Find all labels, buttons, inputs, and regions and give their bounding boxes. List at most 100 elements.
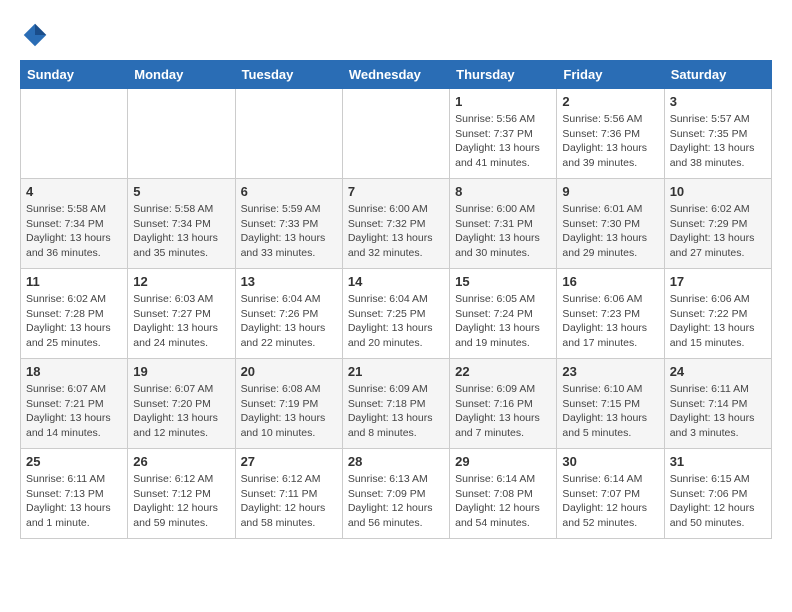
day-header-tuesday: Tuesday [235, 61, 342, 89]
day-header-wednesday: Wednesday [342, 61, 449, 89]
day-number: 3 [670, 94, 766, 109]
page-header [20, 20, 772, 50]
day-info: Sunrise: 6:15 AMSunset: 7:06 PMDaylight:… [670, 472, 766, 531]
calendar-cell: 8Sunrise: 6:00 AMSunset: 7:31 PMDaylight… [450, 179, 557, 269]
day-info: Sunrise: 6:07 AMSunset: 7:21 PMDaylight:… [26, 382, 122, 441]
calendar-cell: 12 Sunrise: 6:03 AMSunset: 7:27 PMDayligh… [128, 269, 235, 359]
day-number: 13 [241, 274, 337, 289]
calendar-cell: 15 Sunrise: 6:05 AMSunset: 7:24 PMDayligh… [450, 269, 557, 359]
day-info: Sunrise: 6:10 AMSunset: 7:15 PMDaylight:… [562, 382, 658, 441]
calendar-header-row: SundayMondayTuesdayWednesdayThursdayFrid… [21, 61, 772, 89]
calendar-cell: 2 Sunrise: 5:56 AMSunset: 7:36 PMDaylight… [557, 89, 664, 179]
calendar-cell: 4 Sunrise: 5:58 AMSunset: 7:34 PMDaylight… [21, 179, 128, 269]
day-info: Sunrise: 6:11 AMSunset: 7:13 PMDaylight:… [26, 472, 122, 531]
calendar-cell: 11 Sunrise: 6:02 AMSunset: 7:28 PMDayligh… [21, 269, 128, 359]
day-number: 12 [133, 274, 229, 289]
calendar-cell [128, 89, 235, 179]
day-info: Sunrise: 6:02 AMSunset: 7:29 PMDaylight:… [670, 202, 766, 261]
day-number: 24 [670, 364, 766, 379]
calendar-cell [21, 89, 128, 179]
calendar-week-row: 25 Sunrise: 6:11 AMSunset: 7:13 PMDayligh… [21, 449, 772, 539]
day-info: Sunrise: 6:11 AMSunset: 7:14 PMDaylight:… [670, 382, 766, 441]
day-number: 31 [670, 454, 766, 469]
calendar-cell: 20Sunrise: 6:08 AMSunset: 7:19 PMDayligh… [235, 359, 342, 449]
day-number: 21 [348, 364, 444, 379]
day-number: 7 [348, 184, 444, 199]
day-number: 20 [241, 364, 337, 379]
calendar-cell: 5Sunrise: 5:58 AMSunset: 7:34 PMDaylight… [128, 179, 235, 269]
calendar-cell: 19 Sunrise: 6:07 AMSunset: 7:20 PMDayligh… [128, 359, 235, 449]
day-number: 16 [562, 274, 658, 289]
calendar-table: SundayMondayTuesdayWednesdayThursdayFrid… [20, 60, 772, 539]
calendar-cell: 31 Sunrise: 6:15 AMSunset: 7:06 PMDayligh… [664, 449, 771, 539]
calendar-cell: 28 Sunrise: 6:13 AMSunset: 7:09 PMDayligh… [342, 449, 449, 539]
calendar-cell: 16Sunrise: 6:06 AMSunset: 7:23 PMDayligh… [557, 269, 664, 359]
day-header-thursday: Thursday [450, 61, 557, 89]
calendar-week-row: 4 Sunrise: 5:58 AMSunset: 7:34 PMDaylight… [21, 179, 772, 269]
logo-icon [20, 20, 50, 50]
day-number: 4 [26, 184, 122, 199]
day-info: Sunrise: 5:59 AMSunset: 7:33 PMDaylight:… [241, 202, 337, 261]
day-info: Sunrise: 6:14 AMSunset: 7:07 PMDaylight:… [562, 472, 658, 531]
day-number: 10 [670, 184, 766, 199]
calendar-week-row: 18 Sunrise: 6:07 AMSunset: 7:21 PMDayligh… [21, 359, 772, 449]
day-number: 11 [26, 274, 122, 289]
calendar-week-row: 1 Sunrise: 5:56 AMSunset: 7:37 PMDaylight… [21, 89, 772, 179]
day-info: Sunrise: 6:02 AMSunset: 7:28 PMDaylight:… [26, 292, 122, 351]
calendar-cell: 7 Sunrise: 6:00 AMSunset: 7:32 PMDaylight… [342, 179, 449, 269]
calendar-cell: 10 Sunrise: 6:02 AMSunset: 7:29 PMDayligh… [664, 179, 771, 269]
calendar-cell: 1 Sunrise: 5:56 AMSunset: 7:37 PMDaylight… [450, 89, 557, 179]
day-number: 26 [133, 454, 229, 469]
day-number: 30 [562, 454, 658, 469]
day-number: 29 [455, 454, 551, 469]
day-info: Sunrise: 6:14 AMSunset: 7:08 PMDaylight:… [455, 472, 551, 531]
day-info: Sunrise: 6:01 AMSunset: 7:30 PMDaylight:… [562, 202, 658, 261]
calendar-cell [342, 89, 449, 179]
day-number: 23 [562, 364, 658, 379]
day-info: Sunrise: 5:56 AMSunset: 7:36 PMDaylight:… [562, 112, 658, 171]
calendar-cell: 17 Sunrise: 6:06 AMSunset: 7:22 PMDayligh… [664, 269, 771, 359]
day-info: Sunrise: 5:58 AMSunset: 7:34 PMDaylight:… [26, 202, 122, 261]
day-info: Sunrise: 5:57 AMSunset: 7:35 PMDaylight:… [670, 112, 766, 171]
day-number: 22 [455, 364, 551, 379]
day-info: Sunrise: 6:05 AMSunset: 7:24 PMDaylight:… [455, 292, 551, 351]
day-info: Sunrise: 6:09 AMSunset: 7:18 PMDaylight:… [348, 382, 444, 441]
calendar-cell: 23 Sunrise: 6:10 AMSunset: 7:15 PMDayligh… [557, 359, 664, 449]
day-info: Sunrise: 6:04 AMSunset: 7:25 PMDaylight:… [348, 292, 444, 351]
calendar-cell: 6 Sunrise: 5:59 AMSunset: 7:33 PMDaylight… [235, 179, 342, 269]
calendar-cell: 18 Sunrise: 6:07 AMSunset: 7:21 PMDayligh… [21, 359, 128, 449]
day-number: 9 [562, 184, 658, 199]
day-number: 2 [562, 94, 658, 109]
day-info: Sunrise: 6:07 AMSunset: 7:20 PMDaylight:… [133, 382, 229, 441]
day-header-sunday: Sunday [21, 61, 128, 89]
day-number: 17 [670, 274, 766, 289]
calendar-cell [235, 89, 342, 179]
calendar-cell: 27Sunrise: 6:12 AMSunset: 7:11 PMDayligh… [235, 449, 342, 539]
day-info: Sunrise: 6:00 AMSunset: 7:31 PMDaylight:… [455, 202, 551, 261]
day-header-saturday: Saturday [664, 61, 771, 89]
day-info: Sunrise: 6:03 AMSunset: 7:27 PMDaylight:… [133, 292, 229, 351]
day-info: Sunrise: 5:56 AMSunset: 7:37 PMDaylight:… [455, 112, 551, 171]
day-number: 6 [241, 184, 337, 199]
calendar-week-row: 11 Sunrise: 6:02 AMSunset: 7:28 PMDayligh… [21, 269, 772, 359]
calendar-cell: 22Sunrise: 6:09 AMSunset: 7:16 PMDayligh… [450, 359, 557, 449]
day-number: 14 [348, 274, 444, 289]
day-info: Sunrise: 6:13 AMSunset: 7:09 PMDaylight:… [348, 472, 444, 531]
day-number: 18 [26, 364, 122, 379]
day-number: 15 [455, 274, 551, 289]
day-info: Sunrise: 6:06 AMSunset: 7:22 PMDaylight:… [670, 292, 766, 351]
day-number: 1 [455, 94, 551, 109]
day-number: 27 [241, 454, 337, 469]
day-number: 19 [133, 364, 229, 379]
day-header-monday: Monday [128, 61, 235, 89]
calendar-cell: 13Sunrise: 6:04 AMSunset: 7:26 PMDayligh… [235, 269, 342, 359]
day-info: Sunrise: 6:12 AMSunset: 7:12 PMDaylight:… [133, 472, 229, 531]
calendar-cell: 30 Sunrise: 6:14 AMSunset: 7:07 PMDayligh… [557, 449, 664, 539]
calendar-cell: 3 Sunrise: 5:57 AMSunset: 7:35 PMDaylight… [664, 89, 771, 179]
logo [20, 20, 52, 50]
day-number: 28 [348, 454, 444, 469]
calendar-cell: 24 Sunrise: 6:11 AMSunset: 7:14 PMDayligh… [664, 359, 771, 449]
day-number: 25 [26, 454, 122, 469]
day-number: 5 [133, 184, 229, 199]
day-info: Sunrise: 6:00 AMSunset: 7:32 PMDaylight:… [348, 202, 444, 261]
